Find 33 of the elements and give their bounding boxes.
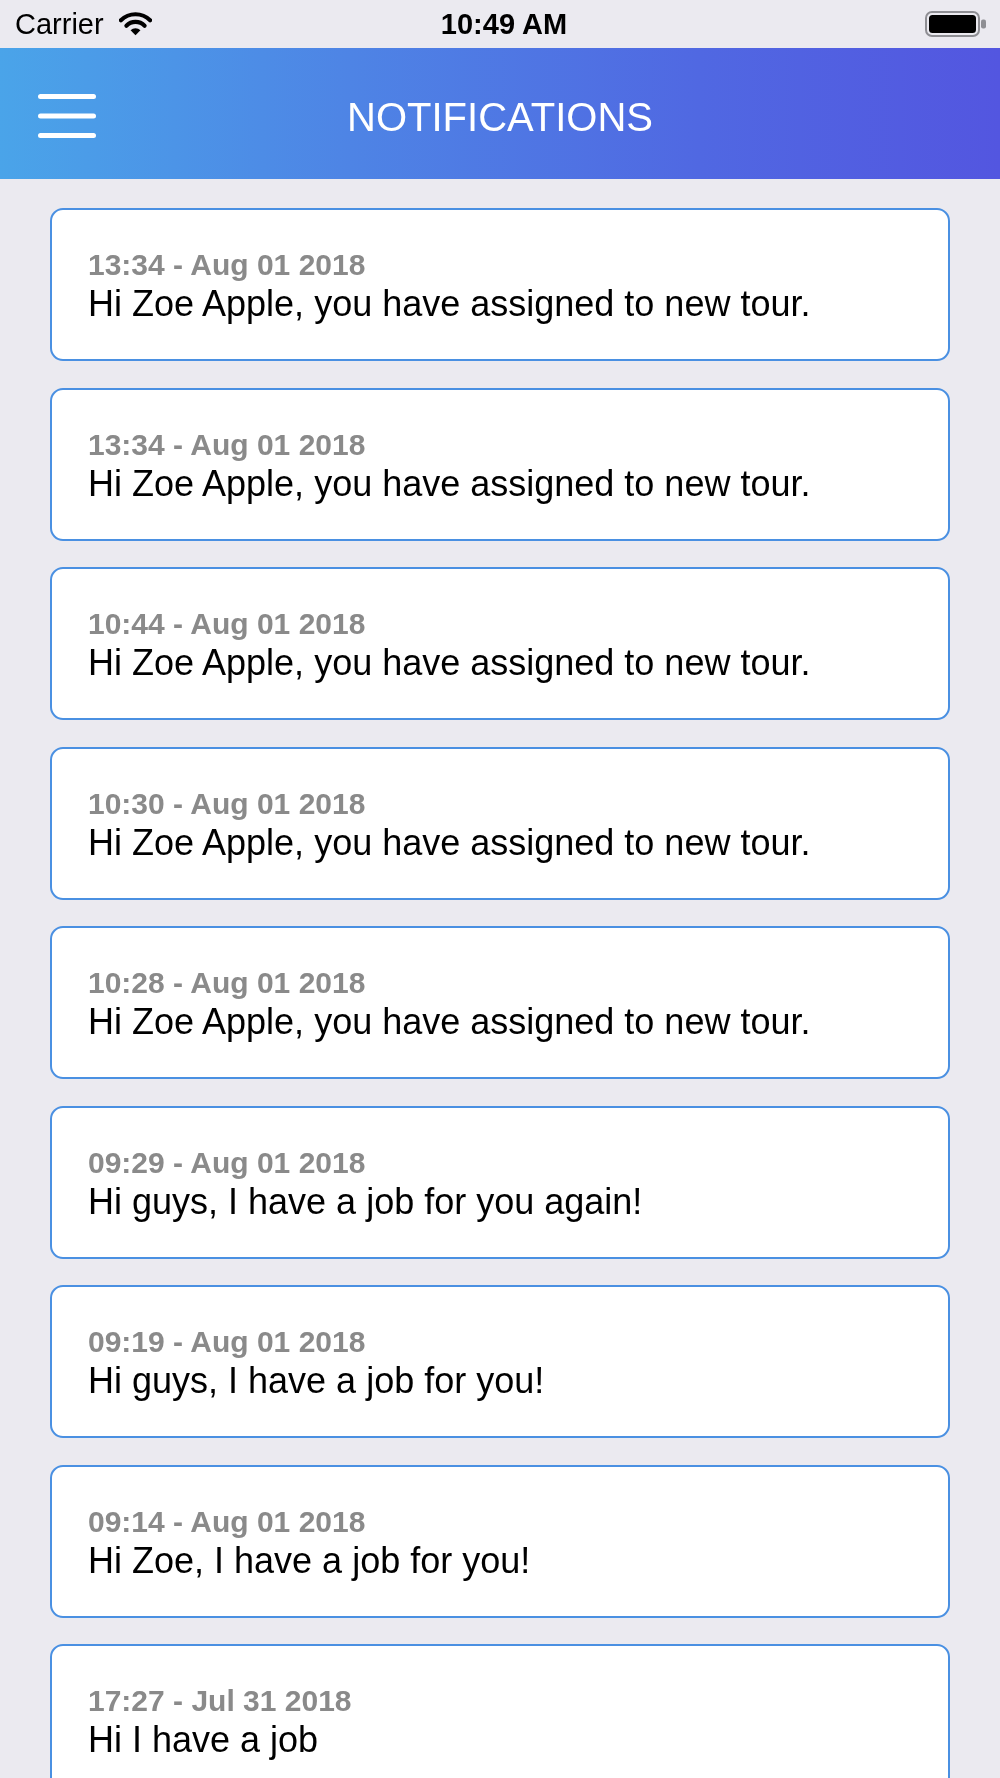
notification-card[interactable]: 17:27 - Jul 31 2018 Hi I have a job bbox=[50, 1644, 950, 1778]
notification-message: Hi Zoe Apple, you have assigned to new tour. bbox=[88, 643, 812, 683]
notification-message: Hi Zoe Apple, you have assigned to new tour. bbox=[88, 822, 812, 863]
notification-message: Hi guys, I have a job for you! bbox=[88, 1361, 546, 1401]
notification-time: 09:29 - Aug 01 2018 bbox=[88, 1145, 367, 1180]
status-time: 10:49 AM bbox=[440, 7, 568, 41]
notification-message: Hi Zoe Apple, you have assigned to new tour. bbox=[88, 463, 812, 504]
notification-message: Hi Zoe Apple, you have assigned to new tour. bbox=[88, 284, 812, 324]
header-title: NOTIFICATIONS bbox=[347, 93, 653, 140]
carrier-label: Carrier bbox=[15, 7, 104, 41]
wifi-icon bbox=[118, 12, 152, 36]
notification-card[interactable]: 10:44 - Aug 01 2018 Hi Zoe Apple, you have assigned to new tour. bbox=[50, 567, 950, 720]
notification-message: Hi Zoe, I have a job for you! bbox=[88, 1540, 532, 1581]
notification-card[interactable]: 09:29 - Aug 01 2018 Hi guys, I have a job for you again! bbox=[50, 1105, 950, 1259]
notification-time: 10:44 - Aug 01 2018 bbox=[88, 607, 367, 641]
notification-card[interactable]: 10:28 - Aug 01 2018 Hi Zoe Apple, you have assigned to new tour. bbox=[50, 926, 950, 1079]
notification-time: 13:34 - Aug 01 2018 bbox=[88, 248, 367, 282]
notification-message: Hi I have a job bbox=[88, 1720, 320, 1760]
notification-time: 10:30 - Aug 01 2018 bbox=[88, 786, 367, 821]
notification-card[interactable]: 09:14 - Aug 01 2018 Hi Zoe, I have a job for you! bbox=[50, 1464, 950, 1618]
notification-time: 13:34 - Aug 01 2018 bbox=[88, 427, 367, 462]
notification-time: 10:28 - Aug 01 2018 bbox=[88, 966, 367, 1000]
notification-message: Hi guys, I have a job for you again! bbox=[88, 1181, 644, 1222]
notification-card[interactable]: 13:34 - Aug 01 2018 Hi Zoe Apple, you have assigned to new tour. bbox=[50, 208, 950, 361]
notification-card[interactable]: 13:34 - Aug 01 2018 Hi Zoe Apple, you have assigned to new tour. bbox=[50, 387, 950, 541]
notification-time: 09:14 - Aug 01 2018 bbox=[88, 1504, 367, 1539]
notification-time: 09:19 - Aug 01 2018 bbox=[88, 1325, 367, 1359]
notification-card[interactable]: 10:30 - Aug 01 2018 Hi Zoe Apple, you have assigned to new tour. bbox=[50, 746, 950, 900]
notification-message: Hi Zoe Apple, you have assigned to new tour. bbox=[88, 1002, 812, 1042]
battery-icon bbox=[925, 11, 987, 37]
notification-time: 17:27 - Jul 31 2018 bbox=[88, 1684, 353, 1718]
notification-card[interactable]: 09:19 - Aug 01 2018 Hi guys, I have a job for you! bbox=[50, 1285, 950, 1438]
menu-icon[interactable] bbox=[38, 93, 96, 138]
